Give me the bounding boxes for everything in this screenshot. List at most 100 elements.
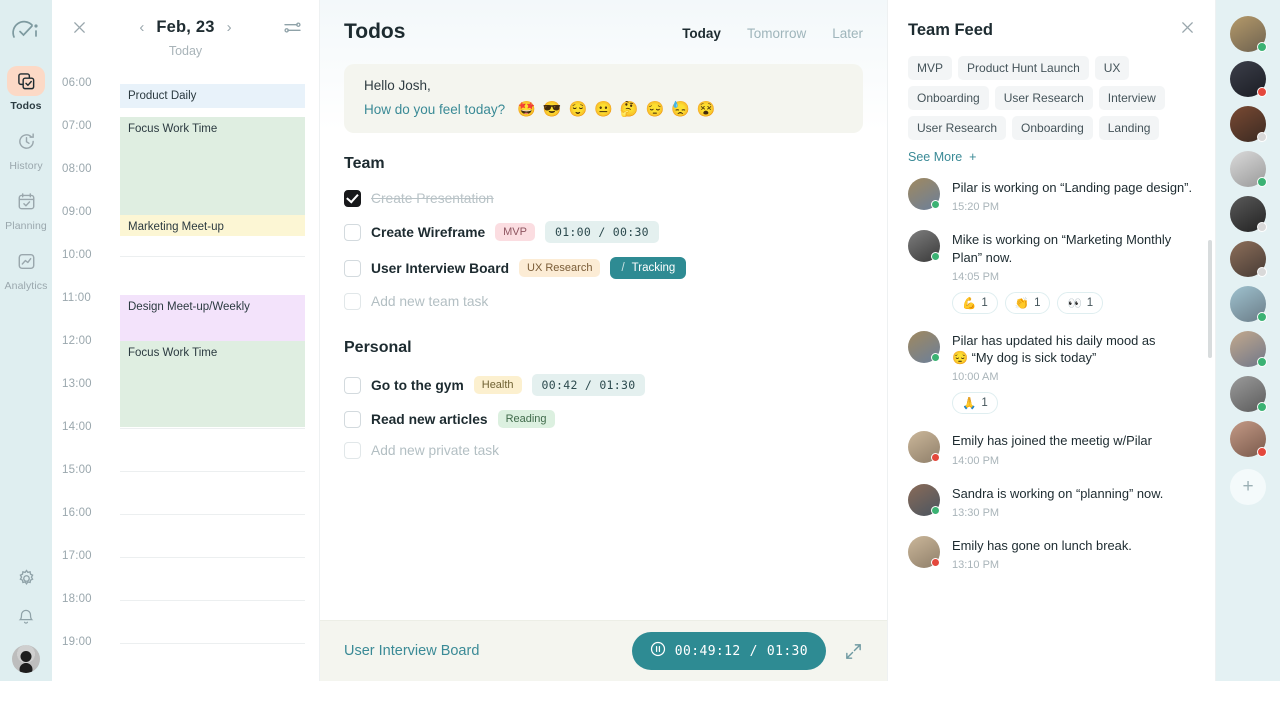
calendar-event[interactable]: Design Meet-up/Weekly	[120, 295, 305, 341]
avatar[interactable]	[1230, 241, 1267, 277]
task-checkbox[interactable]	[344, 410, 361, 428]
avatar[interactable]	[1230, 61, 1267, 97]
mood-emoji-6[interactable]: 😓	[671, 102, 690, 117]
task-checkbox[interactable]	[344, 190, 361, 207]
mood-emoji-3[interactable]: 😐	[594, 102, 613, 117]
sidebar-item-history[interactable]: History	[0, 126, 52, 172]
tab-later[interactable]: Later	[832, 26, 863, 41]
bell-icon[interactable]	[17, 607, 35, 631]
expand-icon[interactable]	[844, 642, 863, 661]
calendar-hour-row[interactable]: 16:00	[52, 507, 319, 557]
calendar-event[interactable]: Focus Work Time	[120, 341, 305, 427]
avatar[interactable]	[908, 535, 940, 568]
calendar-event[interactable]: Marketing Meet-up	[120, 215, 305, 236]
sidebar-item-analytics[interactable]: Analytics	[0, 246, 52, 292]
avatar[interactable]	[908, 483, 940, 516]
tab-today[interactable]: Today	[682, 26, 721, 41]
task-row[interactable]: Create Presentation	[320, 183, 887, 214]
task-tag[interactable]: Health	[473, 376, 522, 394]
gear-icon[interactable]	[17, 569, 36, 593]
avatar[interactable]	[908, 431, 940, 464]
add-person-button[interactable]: +	[1230, 469, 1266, 505]
task-row[interactable]: Read new articles Reading	[320, 403, 887, 435]
mood-emoji-0[interactable]: 🤩	[517, 102, 536, 117]
mood-emoji-4[interactable]: 🤔	[620, 102, 639, 117]
task-row[interactable]: User Interview Board UX Research / Tracking	[320, 250, 887, 286]
mood-emoji-picker[interactable]: 🤩 😎 😌 😐 🤔 😔 😓 😵	[517, 102, 716, 117]
task-checkbox[interactable]	[344, 376, 361, 394]
calendar-hour-row[interactable]: 14:00	[52, 421, 319, 471]
calendar-event[interactable]: Focus Work Time	[120, 117, 305, 215]
tab-tomorrow[interactable]: Tomorrow	[747, 26, 806, 41]
task-tag[interactable]: Reading	[497, 410, 555, 428]
see-more-button[interactable]: See More +	[888, 140, 1215, 164]
task-timer[interactable]: 01:00 / 00:30	[544, 221, 659, 243]
feed-tag[interactable]: Onboarding	[908, 86, 989, 110]
avatar[interactable]	[1230, 106, 1267, 142]
reaction-chip[interactable]: 👀 1	[1057, 291, 1104, 314]
feed-item[interactable]: Pilar has updated his daily mood as 😔 “My…	[908, 330, 1195, 415]
feed-tag[interactable]: MVP	[908, 56, 953, 80]
avatar[interactable]	[908, 230, 940, 263]
feed-tag[interactable]: User Research	[994, 86, 1093, 110]
pause-circle-icon[interactable]	[650, 641, 666, 661]
feed-tag[interactable]: Landing	[1098, 116, 1160, 140]
reaction-chip[interactable]: 🙏 1	[952, 392, 998, 415]
calendar-hour-row[interactable]: 15:00	[52, 464, 319, 514]
avatar[interactable]	[1230, 331, 1267, 367]
feed-tag[interactable]: User Research	[908, 116, 1007, 140]
avatar[interactable]	[1230, 151, 1267, 187]
feed-item[interactable]: Mike is working on “Marketing Monthly Pl…	[908, 230, 1195, 314]
calendar-hour-row[interactable]: 19:00	[52, 636, 319, 681]
mood-emoji-1[interactable]: 😎	[543, 102, 562, 117]
mood-emoji-7[interactable]: 😵	[697, 102, 716, 117]
add-task-row[interactable]: Add new team task	[320, 286, 887, 317]
avatar[interactable]	[908, 330, 940, 363]
timer-pill[interactable]: 00:49:12 / 01:30	[631, 632, 826, 670]
close-icon[interactable]	[1180, 20, 1195, 40]
feed-item[interactable]: Emily has gone on lunch break. 13:10 PM	[908, 535, 1195, 571]
task-checkbox[interactable]	[344, 223, 361, 241]
add-task-checkbox[interactable]	[344, 293, 361, 310]
avatar[interactable]	[1230, 376, 1267, 412]
feed-tag[interactable]: Onboarding	[1012, 116, 1093, 140]
mood-emoji-5[interactable]: 😔	[646, 102, 665, 117]
tracking-button[interactable]: / Tracking	[610, 257, 687, 279]
avatar[interactable]	[1230, 421, 1267, 457]
reaction-chip[interactable]: 👏 1	[1004, 291, 1051, 314]
task-timer[interactable]: 00:42 / 01:30	[531, 374, 646, 396]
calendar-hour-row[interactable]: 10:00	[52, 249, 319, 299]
add-task-checkbox[interactable]	[344, 442, 361, 459]
task-row[interactable]: Create Wireframe MVP 01:00 / 00:30	[320, 214, 887, 250]
calendar-hour-row[interactable]: 18:00	[52, 593, 319, 643]
sidebar-item-planning[interactable]: Planning	[0, 186, 52, 232]
task-checkbox[interactable]	[344, 259, 361, 277]
feed-tag[interactable]: UX	[1094, 56, 1130, 80]
active-task-title[interactable]: User Interview Board	[344, 643, 479, 659]
avatar[interactable]	[1230, 286, 1267, 322]
add-task-row[interactable]: Add new private task	[320, 435, 887, 466]
avatar[interactable]	[12, 645, 40, 673]
feed-scrollbar[interactable]	[1208, 240, 1212, 358]
feed-tag[interactable]: Product Hunt Launch	[958, 56, 1089, 80]
avatar[interactable]	[1230, 196, 1267, 232]
calendar-grid[interactable]: 06:00 07:00 08:00 09:00 10:00 11:00 12:00 13:00…	[52, 70, 319, 681]
sliders-icon[interactable]	[279, 14, 305, 40]
mood-emoji-2[interactable]: 😌	[568, 102, 587, 117]
chevron-right-icon[interactable]: ›	[227, 20, 232, 35]
task-tag[interactable]: UX Research	[519, 259, 601, 277]
feed-item[interactable]: Emily has joined the meetig w/Pilar 14:00…	[908, 431, 1195, 467]
feed-item[interactable]: Pilar is working on “Landing page design…	[908, 178, 1195, 213]
sidebar-item-todos[interactable]: Todos	[0, 66, 52, 112]
reaction-chip[interactable]: 💪 1	[952, 291, 998, 314]
feed-item[interactable]: Sandra is working on “planning” now. 13:3…	[908, 483, 1195, 519]
task-row[interactable]: Go to the gym Health 00:42 / 01:30	[320, 367, 887, 403]
task-tag[interactable]: MVP	[495, 223, 535, 241]
chevron-left-icon[interactable]: ‹	[139, 20, 144, 35]
calendar-event[interactable]: Product Daily	[120, 84, 305, 108]
close-icon[interactable]	[66, 14, 92, 40]
calendar-hour-row[interactable]: 17:00	[52, 550, 319, 600]
feed-tag[interactable]: Interview	[1098, 86, 1165, 110]
avatar[interactable]	[908, 178, 940, 210]
avatar[interactable]	[1230, 16, 1267, 52]
